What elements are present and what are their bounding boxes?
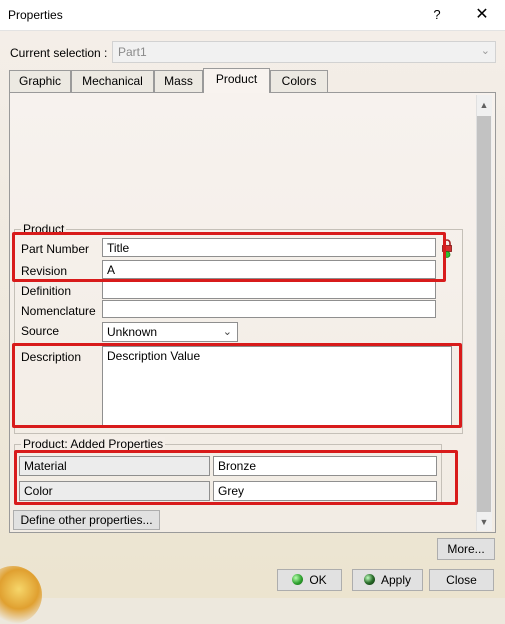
dark-green-ball-icon (363, 574, 375, 585)
current-selection-label: Current selection : (10, 46, 108, 60)
scroll-thumb[interactable] (477, 116, 491, 512)
nomenclature-label: Nomenclature (21, 304, 96, 318)
definition-field[interactable] (102, 281, 436, 299)
source-label: Source (21, 324, 60, 338)
part-number-label: Part Number (21, 242, 90, 256)
added-properties-title: Product: Added Properties (21, 437, 166, 451)
chevron-down-icon: ⌄ (222, 326, 232, 338)
scroll-down-arrow-icon[interactable]: ▼ (477, 514, 491, 530)
source-value: Unknown (107, 325, 158, 339)
chevron-down-icon: ⌄ (480, 45, 490, 57)
lock-icon[interactable] (441, 238, 453, 258)
definition-label: Definition (21, 284, 72, 298)
product-group-title: Product (21, 222, 67, 236)
title-bar: Properties ? ✕ (0, 0, 505, 31)
close-window-button[interactable]: ✕ (470, 4, 494, 26)
apply-label: Apply (380, 573, 412, 587)
window-title: Properties (8, 8, 63, 22)
revision-field[interactable]: A (102, 260, 436, 279)
description-field[interactable]: Description Value (102, 346, 452, 427)
property-value-cell[interactable]: Bronze (213, 456, 437, 476)
help-button[interactable]: ? (426, 4, 448, 26)
property-name-cell[interactable]: Color (19, 481, 210, 501)
nomenclature-field[interactable] (102, 300, 436, 318)
property-name-cell[interactable]: Material (19, 456, 210, 476)
close-button[interactable]: Close (429, 569, 494, 591)
apply-button[interactable]: Apply (352, 569, 423, 591)
tab-graphic[interactable]: Graphic (9, 70, 71, 92)
source-combo[interactable]: Unknown ⌄ (102, 322, 238, 342)
more-button[interactable]: More... (437, 538, 495, 560)
tab-mechanical[interactable]: Mechanical (71, 70, 154, 92)
current-selection-value: Part1 (118, 45, 147, 59)
green-ball-icon (292, 574, 304, 585)
revision-label: Revision (21, 264, 68, 278)
tab-colors[interactable]: Colors (270, 70, 328, 92)
tab-product[interactable]: Product (203, 68, 270, 93)
define-other-properties-button[interactable]: Define other properties... (13, 510, 160, 530)
property-value-cell[interactable]: Grey (213, 481, 437, 501)
ok-button[interactable]: OK (277, 569, 342, 591)
description-label: Description (21, 350, 82, 364)
current-selection-combo[interactable]: Part1 ⌄ (112, 41, 496, 63)
ok-label: OK (309, 573, 327, 587)
tab-mass[interactable]: Mass (154, 70, 203, 92)
scroll-up-arrow-icon[interactable]: ▲ (477, 97, 491, 113)
part-number-field[interactable]: Title (102, 238, 436, 257)
